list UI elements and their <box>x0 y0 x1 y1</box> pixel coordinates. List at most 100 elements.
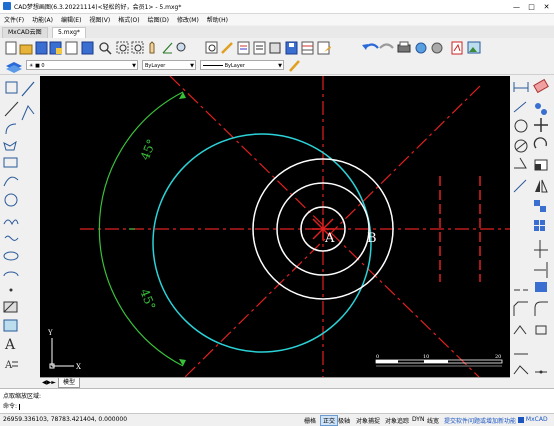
cloud-save-icon[interactable] <box>285 41 298 55</box>
spline-icon[interactable] <box>4 235 19 241</box>
circle-icon[interactable] <box>4 193 18 207</box>
polyline-icon[interactable] <box>21 105 35 121</box>
toggle-object-track[interactable]: 对象追踪 <box>385 416 409 425</box>
stretch-icon[interactable] <box>535 325 547 335</box>
toggle-ortho[interactable]: 正交 <box>320 415 339 426</box>
explode-icon[interactable] <box>513 325 527 335</box>
edit-polyline-icon[interactable] <box>513 365 529 375</box>
hatch-icon[interactable] <box>3 301 18 313</box>
zoom-extents-icon[interactable] <box>131 41 144 54</box>
find-icon[interactable] <box>176 42 186 52</box>
block-icon[interactable] <box>269 42 281 54</box>
zoom-previous-icon[interactable] <box>205 41 218 54</box>
zoom-window-icon[interactable] <box>116 41 129 54</box>
toggle-grid[interactable]: 栅格 <box>304 416 316 425</box>
line-icon[interactable] <box>21 81 35 97</box>
maximize-button[interactable]: □ <box>524 0 539 13</box>
dimension-aligned-icon[interactable] <box>513 101 527 113</box>
print-preview-icon[interactable] <box>65 41 78 55</box>
fillet-icon[interactable] <box>534 301 548 316</box>
minimize-button[interactable]: — <box>509 0 524 13</box>
layer-select[interactable]: ☀ ■ 0 ▼ <box>26 60 138 70</box>
undo-icon[interactable] <box>362 43 379 50</box>
brand-link[interactable]: MxCAD <box>518 416 548 423</box>
dimension-angular-icon[interactable] <box>514 157 527 169</box>
image-export-icon[interactable] <box>467 41 481 54</box>
table-icon[interactable] <box>301 41 314 55</box>
scale-icon[interactable] <box>534 159 548 171</box>
toggle-polar[interactable]: 极轴 <box>338 416 350 425</box>
revision-cloud-icon[interactable] <box>3 219 19 226</box>
menu-format[interactable]: 格式(O) <box>114 15 143 24</box>
color-select[interactable]: ByLayer ▼ <box>142 60 196 70</box>
close-button[interactable]: ✕ <box>539 0 554 13</box>
move-icon[interactable] <box>534 118 548 132</box>
command-window[interactable]: 点取缩放区域: 命令: <box>0 388 554 413</box>
rectangle-select-icon[interactable] <box>5 81 18 94</box>
text-icon[interactable]: A <box>4 337 16 353</box>
dimension-radius-icon[interactable] <box>514 119 528 133</box>
save-as-icon[interactable] <box>49 41 62 55</box>
toggle-object-snap[interactable]: 对象捕捉 <box>356 416 380 425</box>
dimension-linear-icon[interactable] <box>513 82 529 92</box>
tab-model[interactable]: 模型 <box>58 378 81 388</box>
attribute-icon[interactable] <box>317 41 331 55</box>
toggle-dyn[interactable]: DYN <box>412 416 424 423</box>
properties-icon[interactable] <box>237 41 250 55</box>
copy-icon[interactable] <box>535 103 547 115</box>
divide-icon[interactable] <box>535 370 547 374</box>
menu-edit[interactable]: 编辑(E) <box>57 15 85 24</box>
point-icon[interactable] <box>9 288 13 292</box>
web-icon[interactable] <box>415 42 427 54</box>
pdf-export-icon[interactable] <box>451 41 463 55</box>
dimension-diameter-icon[interactable] <box>514 139 528 153</box>
mirror-icon[interactable] <box>535 179 548 193</box>
redo-icon[interactable] <box>379 43 394 49</box>
tab-mxcad-cloud[interactable]: MxCAD云图 <box>2 27 48 38</box>
measure-icon[interactable] <box>162 42 173 54</box>
multiline-text-icon[interactable]: A <box>4 360 18 371</box>
linetype-select[interactable]: ByLayer ▼ <box>200 60 284 70</box>
menu-draw[interactable]: 绘图(D) <box>144 15 173 24</box>
toggle-lineweight[interactable]: 线宽 <box>427 416 439 425</box>
menu-help[interactable]: 帮助(H) <box>203 15 232 24</box>
menu-function[interactable]: 功能(A) <box>28 15 57 24</box>
region-icon[interactable] <box>3 319 18 332</box>
extend-icon[interactable] <box>534 262 548 278</box>
leader-icon[interactable] <box>513 179 527 193</box>
drawing-svg[interactable]: A B 45° 45° Y X 0 10 20 <box>40 76 510 378</box>
ellipse-icon[interactable] <box>3 251 19 261</box>
menu-view[interactable]: 视图(V) <box>85 15 114 24</box>
layer-manager-icon[interactable] <box>253 41 266 55</box>
feedback-link[interactable]: 提交软件问题或增加新功能 <box>444 416 516 425</box>
zoom-icon[interactable] <box>99 42 112 55</box>
chamfer-icon[interactable] <box>513 301 528 316</box>
print-icon[interactable] <box>397 41 411 53</box>
rectangle-icon[interactable] <box>3 157 18 168</box>
erase-icon[interactable] <box>533 78 549 94</box>
save-all-icon[interactable] <box>81 41 94 55</box>
polygon-icon[interactable] <box>3 140 17 151</box>
save-icon[interactable] <box>35 41 48 55</box>
rotate-icon[interactable] <box>533 137 548 149</box>
publish-icon[interactable] <box>431 42 443 54</box>
offset-icon[interactable] <box>534 200 546 212</box>
drawing-canvas[interactable]: A B 45° 45° Y X 0 10 20 <box>40 76 510 378</box>
arc-icon[interactable] <box>3 176 19 187</box>
match-properties-icon[interactable] <box>288 58 302 74</box>
join-icon[interactable] <box>535 282 547 292</box>
arc-polyline-icon[interactable] <box>5 123 17 135</box>
tab-current-drawing[interactable]: 5.mxg* <box>52 27 86 38</box>
ellipse-arc-icon[interactable] <box>3 271 19 277</box>
pan-icon[interactable] <box>149 41 155 54</box>
command-prompt[interactable]: 命令: <box>3 401 20 410</box>
edit-text-icon[interactable] <box>221 42 233 54</box>
tab-scroll-arrows[interactable]: ◀▶► <box>42 379 56 386</box>
menu-modify[interactable]: 修改(M) <box>173 15 203 24</box>
menu-file[interactable]: 文件(F) <box>0 15 28 24</box>
new-file-icon[interactable] <box>5 41 17 55</box>
layer-icon[interactable] <box>4 58 28 74</box>
construction-line-icon[interactable] <box>4 101 19 117</box>
open-file-icon[interactable] <box>19 44 33 55</box>
trim-icon[interactable] <box>534 240 548 258</box>
